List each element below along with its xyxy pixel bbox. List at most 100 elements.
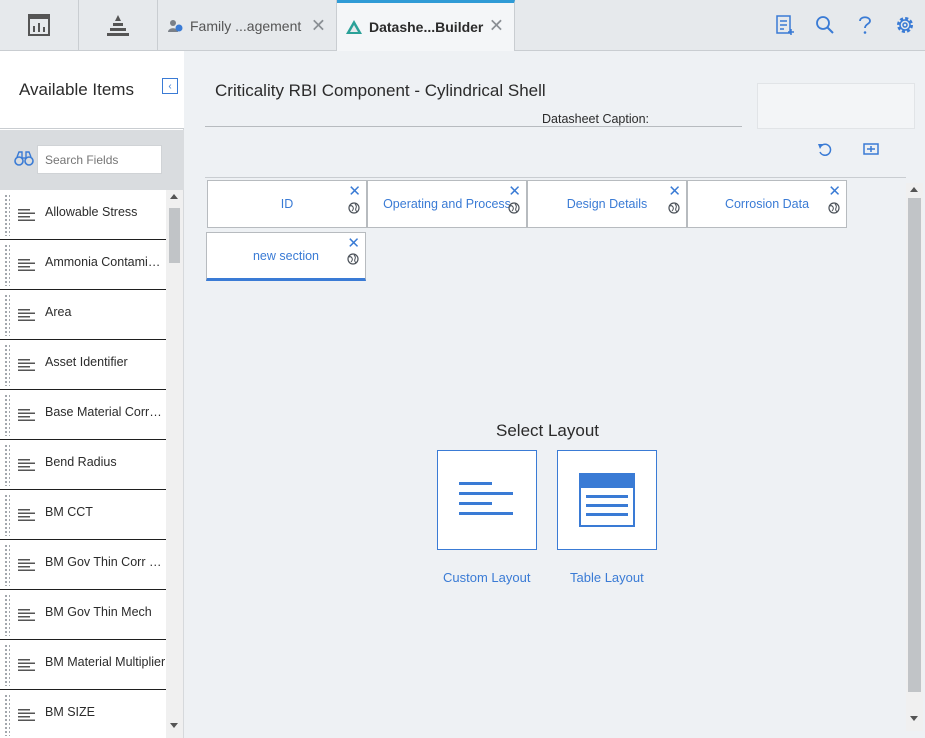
section-label: Operating and Process bbox=[383, 197, 511, 211]
text-field-icon bbox=[18, 659, 35, 671]
drag-handle[interactable] bbox=[4, 494, 10, 536]
drag-handle[interactable] bbox=[4, 244, 10, 286]
scroll-down-icon[interactable] bbox=[170, 723, 178, 728]
list-item[interactable]: BM SIZE bbox=[0, 690, 166, 738]
field-label: Bend Radius bbox=[45, 455, 117, 469]
list-item[interactable]: Area bbox=[0, 290, 166, 340]
section-tab[interactable]: Operating and Process ✕ bbox=[367, 180, 527, 228]
field-label: BM Gov Thin Corr Rate bbox=[45, 555, 166, 569]
text-field-icon bbox=[18, 609, 35, 621]
section-label: ID bbox=[280, 197, 294, 211]
new-query-icon bbox=[776, 15, 794, 35]
datasheet-builder-icon bbox=[345, 18, 363, 36]
section-tab[interactable]: ID ✕ bbox=[207, 180, 367, 228]
help-button[interactable] bbox=[845, 0, 885, 50]
text-field-icon bbox=[18, 559, 35, 571]
field-label: Base Material Corrosion bbox=[45, 405, 166, 419]
scroll-thumb[interactable] bbox=[169, 208, 180, 263]
hierarchy-button[interactable] bbox=[79, 0, 158, 50]
list-item[interactable]: Allowable Stress bbox=[0, 190, 166, 240]
undo-icon[interactable] bbox=[817, 142, 833, 158]
close-icon[interactable]: ✕ bbox=[828, 184, 841, 199]
drag-handle[interactable] bbox=[4, 694, 10, 736]
caption-input[interactable] bbox=[757, 83, 915, 129]
list-item[interactable]: BM CCT bbox=[0, 490, 166, 540]
settings-button[interactable] bbox=[885, 0, 925, 50]
chevron-left-icon: ‹ bbox=[168, 80, 172, 92]
globe-icon[interactable] bbox=[668, 202, 680, 214]
tab-label: Datashe...Builder bbox=[369, 19, 484, 35]
insert-section-icon[interactable] bbox=[863, 142, 879, 156]
page-title: Criticality RBI Component - Cylindrical … bbox=[215, 81, 546, 100]
close-icon[interactable]: ✕ bbox=[508, 184, 521, 199]
field-label: BM CCT bbox=[45, 505, 93, 519]
tab-datasheet-builder[interactable]: Datashe...Builder ✕ bbox=[337, 0, 515, 51]
help-icon bbox=[859, 16, 871, 34]
table-layout-label[interactable]: Table Layout bbox=[570, 570, 644, 585]
drag-handle[interactable] bbox=[4, 294, 10, 336]
field-label: BM Gov Thin Mech bbox=[45, 605, 152, 619]
text-field-icon bbox=[18, 709, 35, 721]
text-field-icon bbox=[18, 309, 35, 321]
drag-handle[interactable] bbox=[4, 394, 10, 436]
field-label: Ammonia Contaminant bbox=[45, 255, 166, 269]
list-item[interactable]: Bend Radius bbox=[0, 440, 166, 490]
dashboard-icon bbox=[28, 14, 50, 36]
close-icon[interactable]: ✕ bbox=[489, 16, 504, 37]
list-item[interactable]: Ammonia Contaminant bbox=[0, 240, 166, 290]
field-label: Allowable Stress bbox=[45, 205, 138, 219]
search-button[interactable] bbox=[805, 0, 845, 50]
scroll-down-icon[interactable] bbox=[910, 716, 918, 721]
drag-handle[interactable] bbox=[4, 594, 10, 636]
available-items-panel: Available Items ‹ Allowable Stress Ammoni… bbox=[0, 51, 184, 738]
main-scrollbar[interactable] bbox=[906, 183, 923, 731]
globe-icon[interactable] bbox=[348, 202, 360, 214]
custom-layout-button[interactable] bbox=[437, 450, 537, 550]
close-icon[interactable]: ✕ bbox=[311, 15, 326, 36]
scroll-up-icon[interactable] bbox=[910, 187, 918, 192]
scroll-thumb[interactable] bbox=[908, 198, 921, 692]
new-query-button[interactable] bbox=[765, 0, 805, 50]
table-layout-icon bbox=[579, 473, 635, 527]
panel-header: Available Items ‹ bbox=[0, 51, 184, 129]
search-icon bbox=[816, 16, 834, 34]
toolbar-divider bbox=[205, 177, 906, 178]
scroll-up-icon[interactable] bbox=[170, 194, 178, 199]
close-icon[interactable]: ✕ bbox=[348, 184, 361, 199]
section-tab[interactable]: Design Details ✕ bbox=[527, 180, 687, 228]
drag-handle[interactable] bbox=[4, 344, 10, 386]
list-item[interactable]: BM Gov Thin Mech bbox=[0, 590, 166, 640]
custom-layout-icon bbox=[459, 482, 513, 515]
globe-icon[interactable] bbox=[508, 202, 520, 214]
text-field-icon bbox=[18, 459, 35, 471]
tab-label: Family ...agement bbox=[190, 17, 302, 34]
globe-icon[interactable] bbox=[828, 202, 840, 214]
dashboard-button[interactable] bbox=[0, 0, 79, 50]
drag-handle[interactable] bbox=[4, 644, 10, 686]
caption-divider bbox=[205, 126, 742, 127]
drag-handle[interactable] bbox=[4, 194, 10, 236]
close-icon[interactable]: ✕ bbox=[347, 236, 360, 251]
section-tab[interactable]: new section ✕ bbox=[206, 232, 366, 281]
collapse-panel-button[interactable]: ‹ bbox=[162, 78, 178, 94]
section-tab[interactable]: Corrosion Data ✕ bbox=[687, 180, 847, 228]
search-input[interactable] bbox=[37, 145, 162, 174]
panel-title: Available Items bbox=[19, 80, 134, 99]
list-item[interactable]: Asset Identifier bbox=[0, 340, 166, 390]
list-item[interactable]: BM Gov Thin Corr Rate bbox=[0, 540, 166, 590]
toolbar-right bbox=[765, 0, 925, 50]
list-item[interactable]: BM Material Multiplier bbox=[0, 640, 166, 690]
top-bar: Family ...agement ✕ Datashe...Builder ✕ bbox=[0, 0, 925, 51]
section-label: Design Details bbox=[566, 197, 648, 211]
globe-icon[interactable] bbox=[347, 253, 359, 265]
table-layout-button[interactable] bbox=[557, 450, 657, 550]
custom-layout-label[interactable]: Custom Layout bbox=[443, 570, 530, 585]
sidebar-scrollbar[interactable] bbox=[166, 190, 183, 738]
drag-handle[interactable] bbox=[4, 444, 10, 486]
field-label: Asset Identifier bbox=[45, 355, 128, 369]
drag-handle[interactable] bbox=[4, 544, 10, 586]
list-item[interactable]: Base Material Corrosion bbox=[0, 390, 166, 440]
text-field-icon bbox=[18, 259, 35, 271]
close-icon[interactable]: ✕ bbox=[668, 184, 681, 199]
tab-family-management[interactable]: Family ...agement ✕ bbox=[158, 0, 337, 51]
